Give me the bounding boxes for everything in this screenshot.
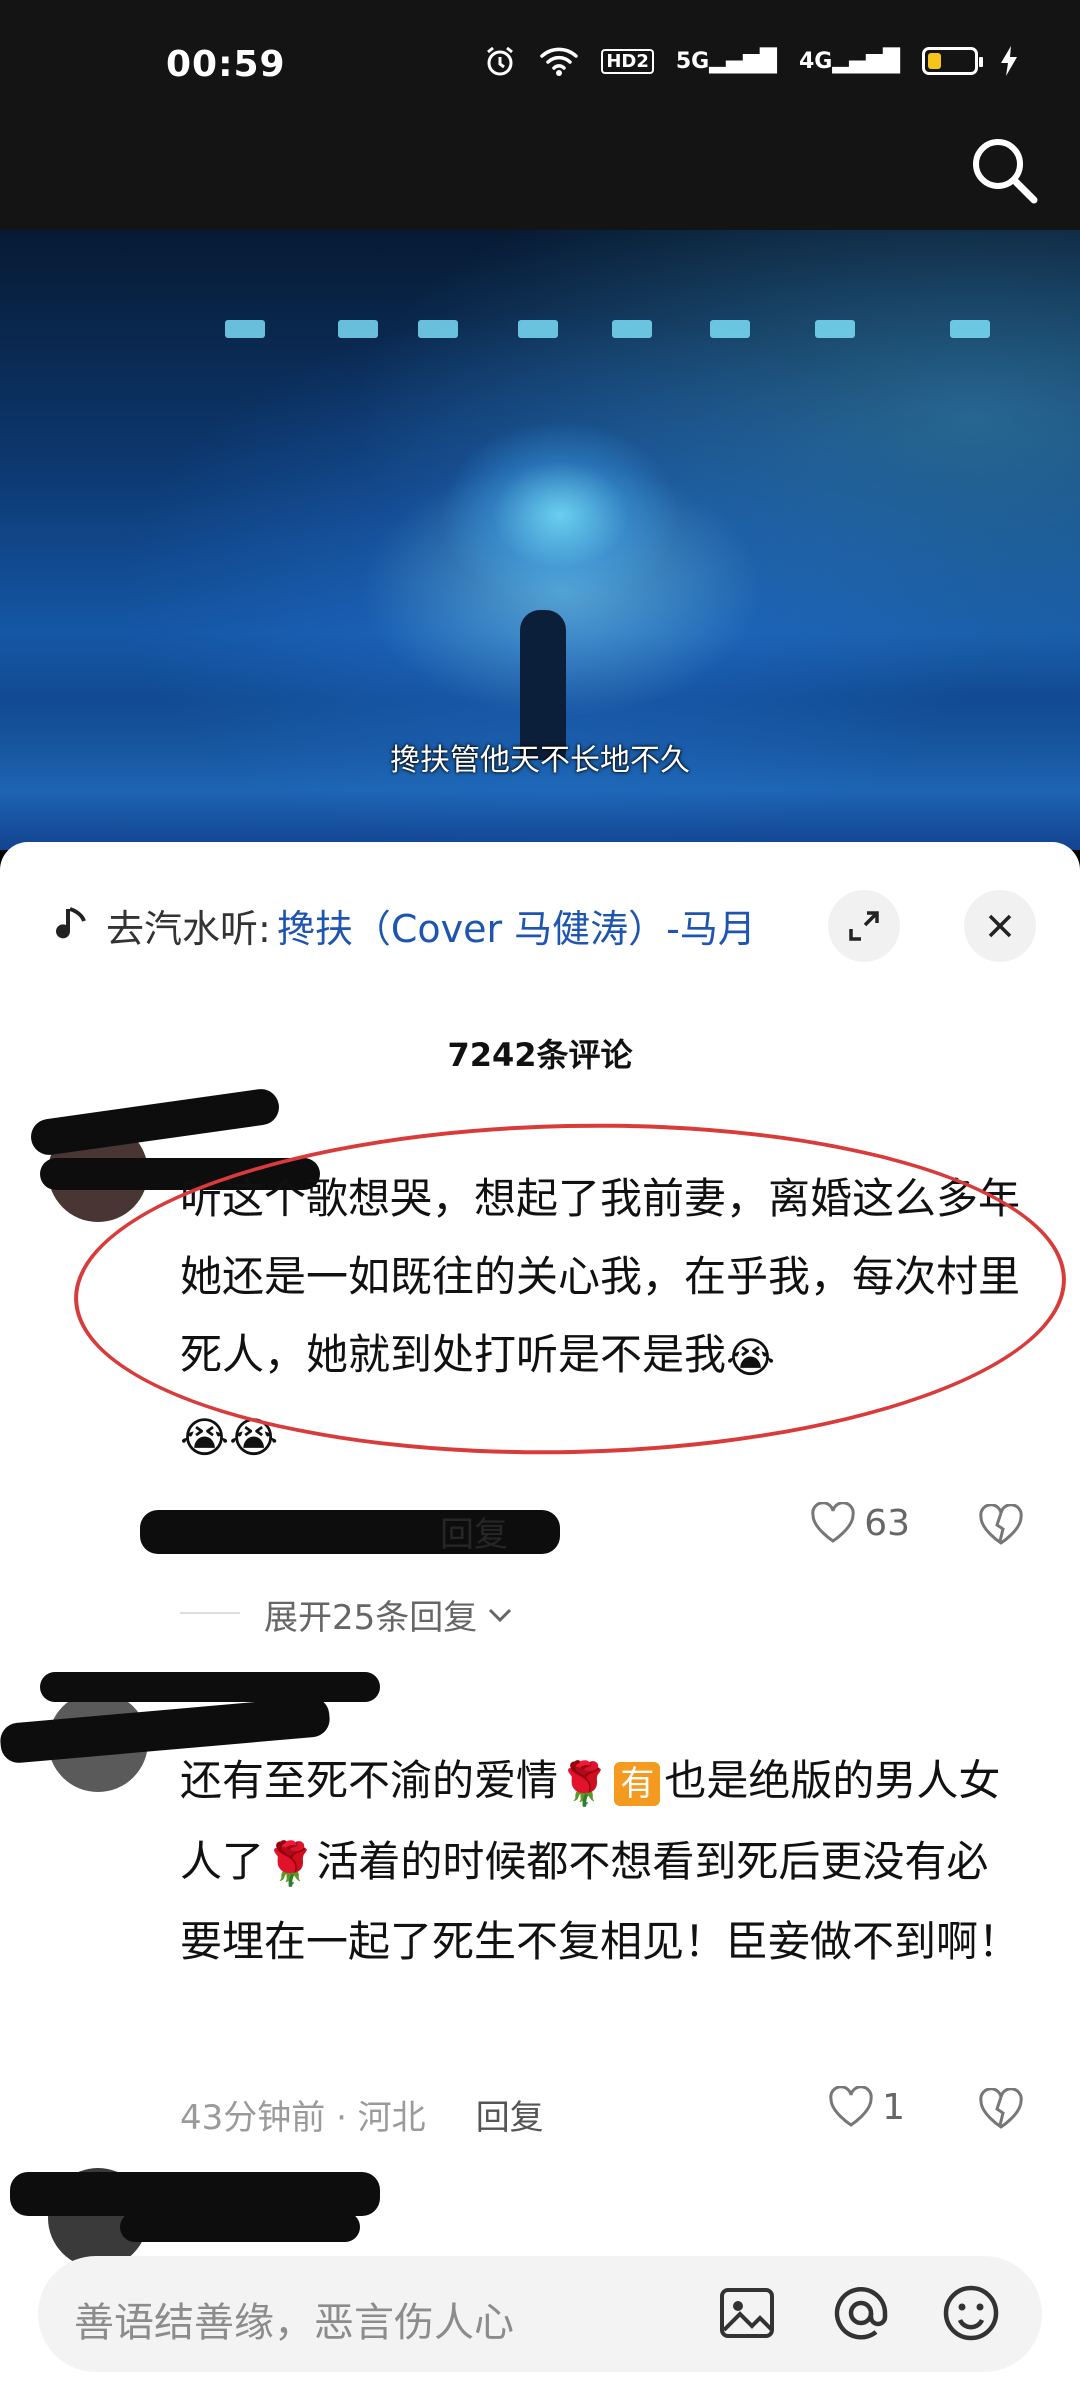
comment-text-part-1: 还有至死不渝的爱情 (180, 1756, 559, 1805)
status-bar: 00:59 HD2 5G▂▄▆█ 4G▂▄▆█ (0, 0, 1080, 110)
network-5g-icon: 5G▂▄▆█ (675, 48, 777, 74)
comment-text-body: 听这个歌想哭，想起了我前妻，离婚这么多年她还是一如既往的关心我，在乎我，每次村里… (180, 1174, 1021, 1379)
top-bar (0, 110, 1080, 230)
video-subtitle: 搀扶管他天不长地不久 (390, 743, 690, 778)
you-badge: 有 (614, 1761, 661, 1806)
chevron-down-icon (489, 1608, 512, 1622)
emoji-icon[interactable] (934, 2276, 1008, 2350)
expand-button[interactable] (828, 890, 900, 962)
network-4g-label: 4G (798, 48, 833, 74)
network-4g-icon: 4G▂▄▆█ (798, 48, 900, 74)
comment-count: 7242条评论 (447, 1036, 633, 1074)
comment-input-bar[interactable]: 善语结善缘，恶言伤人心 (38, 2256, 1042, 2372)
music-title-link[interactable]: 搀扶（Cover 马健涛）-马月 (277, 898, 756, 953)
expand-replies-button[interactable]: 展开25条回复 (264, 1590, 513, 1639)
mention-icon[interactable] (824, 2276, 898, 2350)
close-button[interactable] (964, 890, 1036, 962)
dislike-icon[interactable] (978, 1504, 1024, 1546)
comment-text: 听这个歌想哭，想起了我前妻，离婚这么多年她还是一如既往的关心我，在乎我，每次村里… (180, 1160, 1030, 1477)
expand-replies-label: 展开25条回复 (264, 1598, 478, 1638)
like-button[interactable]: 1 (828, 2086, 905, 2128)
like-button[interactable]: 63 (810, 1502, 910, 1544)
comment-meta: 回复 (180, 1507, 508, 1556)
like-count: 63 (864, 1502, 910, 1544)
redaction-mark (28, 1086, 282, 1158)
wifi-icon (540, 47, 579, 76)
battery-icon (922, 47, 983, 75)
status-icons: HD2 5G▂▄▆█ 4G▂▄▆█ (483, 44, 1018, 78)
close-icon (988, 914, 1012, 938)
stage-tree (440, 420, 680, 610)
charging-icon (1001, 46, 1017, 76)
rose-emoji-icon: 🌹 (558, 1758, 611, 1808)
image-icon[interactable] (710, 2276, 784, 2350)
hd-icon: HD2 (601, 48, 654, 74)
heart-icon (829, 2086, 873, 2127)
comment-meta: 43分钟前 · 河北 回复 (180, 2090, 544, 2139)
rose-emoji-icon: 🌹 (264, 1839, 317, 1888)
comment-sheet: 去汽水听: 搀扶（Cover 马健涛）-马月 7242条评论 听这个歌想哭，想起… (0, 842, 1080, 2400)
music-note-icon (56, 907, 86, 939)
crying-emoji-icon: 😭😭 (180, 1413, 279, 1462)
comment-time-location: 43分钟前 · 河北 (180, 2098, 426, 2138)
redaction-mark (120, 2212, 360, 2242)
search-icon[interactable] (964, 130, 1044, 210)
crying-emoji-icon: 😭 (726, 1332, 776, 1382)
expand-icon (849, 911, 879, 941)
alarm-icon (487, 46, 514, 76)
like-count: 1 (882, 2086, 905, 2128)
reply-button[interactable]: 回复 (440, 1507, 508, 1556)
music-prefix: 去汽水听: (106, 906, 271, 951)
network-5g-label: 5G (675, 48, 710, 74)
music-link-row[interactable]: 去汽水听: 搀扶（Cover 马健涛）-马月 (52, 890, 1048, 962)
heart-icon (811, 1502, 855, 1543)
comment-text: 还有至死不渝的爱情🌹 有也是绝版的男人女人了🌹活着的时候都不想看到死后更没有必要埋… (180, 1742, 1030, 1981)
status-time: 00:59 (166, 44, 286, 85)
redaction-mark (40, 1672, 380, 1702)
comment-input[interactable]: 善语结善缘，恶言伤人心 (74, 2290, 514, 2348)
redaction-mark (10, 2172, 380, 2216)
video-player[interactable]: 搀扶管他天不长地不久 (0, 230, 1080, 850)
reply-button[interactable]: 回复 (476, 2090, 544, 2139)
dislike-icon[interactable] (978, 2088, 1024, 2130)
